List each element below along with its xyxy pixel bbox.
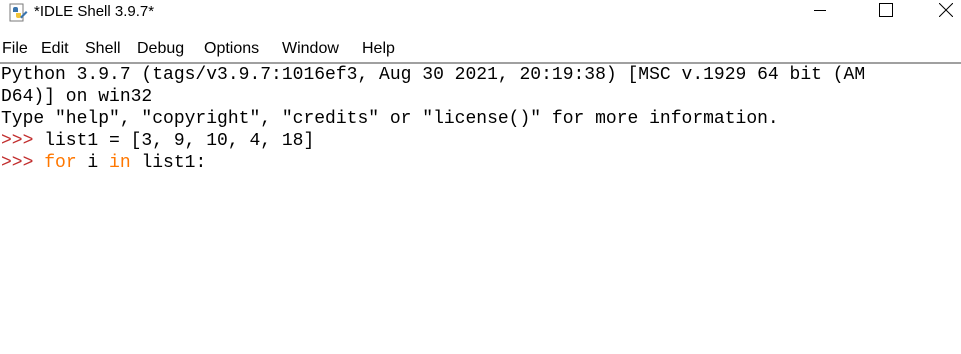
shell-prompt: >>>	[1, 153, 34, 173]
close-icon	[938, 2, 954, 22]
input-code: list1 = [3, 9, 10, 4, 18]	[33, 131, 315, 151]
input-line: >>> for i in list1:	[1, 152, 206, 174]
menu-shell[interactable]: Shell	[85, 39, 121, 59]
minimize-button[interactable]	[797, 0, 843, 24]
maximize-button[interactable]	[863, 0, 909, 24]
keyword-in: in	[109, 153, 131, 173]
close-button[interactable]	[931, 0, 961, 24]
python-idle-icon	[8, 3, 28, 23]
title-bar[interactable]: *IDLE Shell 3.9.7*	[0, 0, 961, 26]
menu-window[interactable]: Window	[282, 39, 339, 59]
shell-prompt: >>>	[1, 131, 34, 151]
banner-line: D64)] on win32	[1, 87, 153, 107]
keyword-for: for	[44, 153, 77, 173]
banner-line: Type "help", "copyright", "credits" or "…	[1, 109, 779, 129]
menu-options[interactable]: Options	[204, 39, 259, 59]
menu-edit[interactable]: Edit	[41, 39, 69, 59]
input-code: i	[76, 153, 110, 173]
input-code: list1:	[130, 153, 207, 173]
shell-text-area[interactable]: Python 3.9.7 (tags/v3.9.7:1016ef3, Aug 3…	[0, 64, 961, 354]
input-line: >>> list1 = [3, 9, 10, 4, 18]	[1, 130, 314, 152]
banner-line: Python 3.9.7 (tags/v3.9.7:1016ef3, Aug 3…	[1, 65, 866, 85]
maximize-icon	[879, 2, 893, 22]
menu-file[interactable]: File	[2, 39, 28, 59]
menu-bar: File Edit Shell Debug Options Window Hel…	[0, 37, 961, 61]
menu-debug[interactable]: Debug	[137, 39, 184, 59]
menu-help[interactable]: Help	[362, 39, 395, 59]
window-title: *IDLE Shell 3.9.7*	[34, 3, 155, 20]
idle-shell-window: *IDLE Shell 3.9.7* File Edit Shell Debug…	[0, 0, 961, 354]
minimize-icon	[814, 3, 826, 21]
